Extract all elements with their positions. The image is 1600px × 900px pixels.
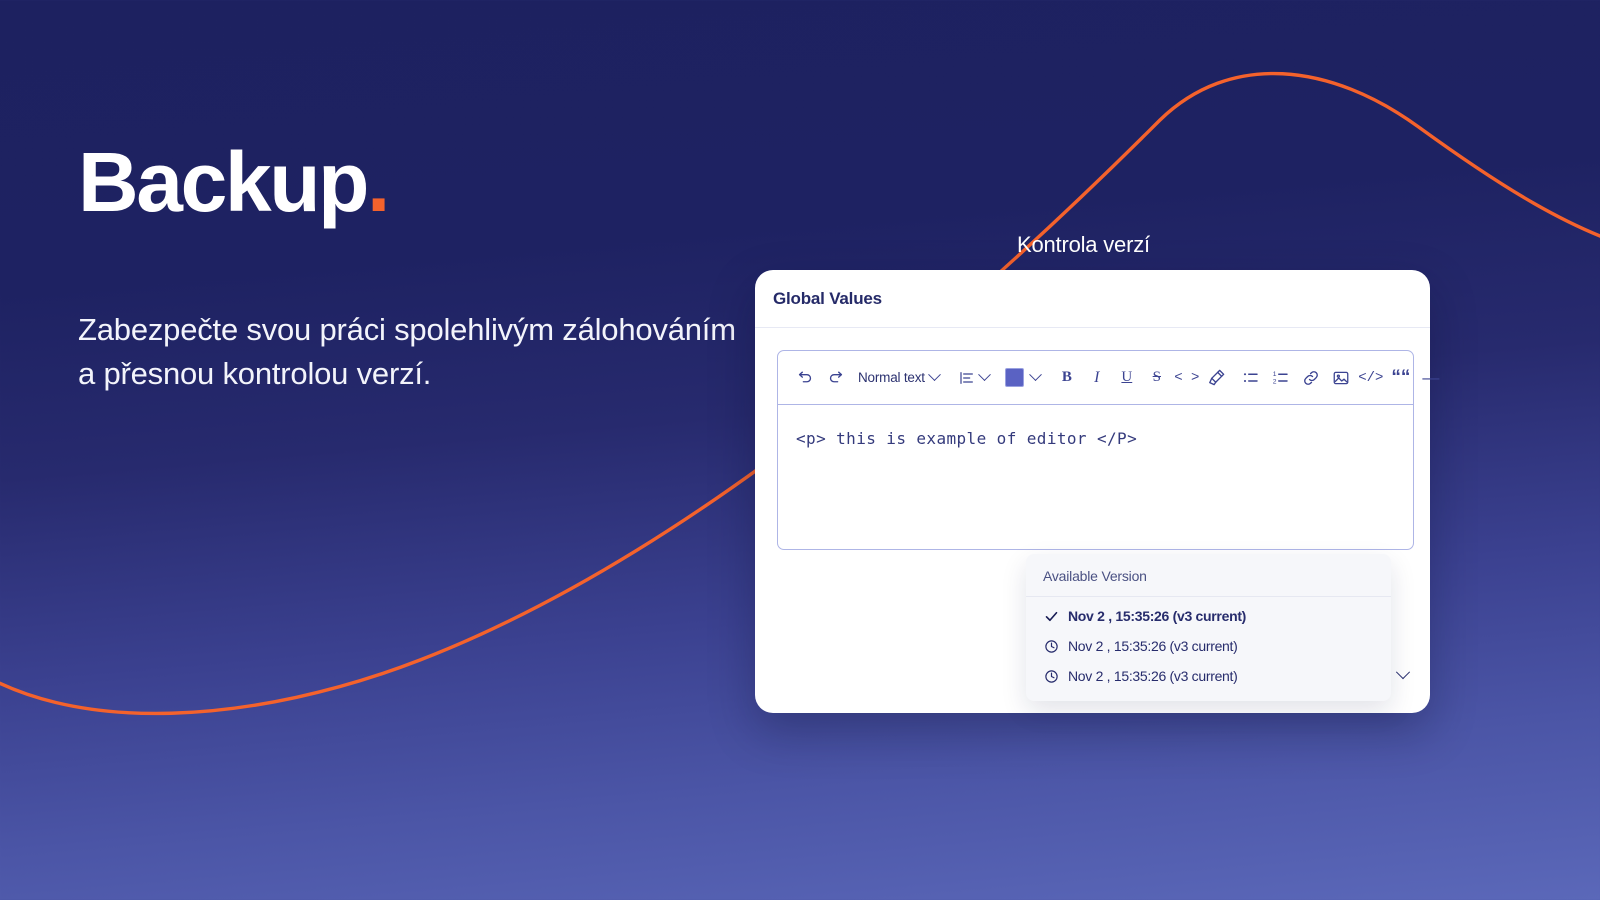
version-list-item[interactable]: Nov 2 , 15:35:26 (v3 current): [1026, 597, 1391, 631]
version-label: Nov 2 , 15:35:26 (v3 current): [1068, 638, 1238, 654]
editor-content-area[interactable]: <p> this is example of editor </P>: [777, 405, 1414, 550]
editor-toolbar: Normal text B I U S < > 1 2 </> ““ —: [777, 350, 1439, 405]
code-block-button[interactable]: </>: [1356, 363, 1386, 393]
chevron-down-icon: [1028, 368, 1042, 382]
card-body: Normal text B I U S < > 1 2 </> ““ — <p>…: [755, 328, 1439, 701]
undo-button[interactable]: [790, 363, 820, 393]
version-label: Nov 2 , 15:35:26 (v3 current): [1068, 668, 1238, 684]
bold-button[interactable]: B: [1052, 363, 1082, 393]
blockquote-button[interactable]: ““: [1386, 363, 1416, 393]
highlighter-icon: [1209, 369, 1225, 386]
version-dropdown-header: Available Version: [1026, 554, 1391, 597]
align-select[interactable]: [955, 363, 993, 393]
version-label: Nov 2 , 15:35:26 (v3 current): [1068, 608, 1247, 624]
inline-code-button[interactable]: < >: [1172, 363, 1202, 393]
link-button[interactable]: [1296, 363, 1326, 393]
hero-block: Backup. Zabezpečte svou práci spolehlivý…: [78, 140, 758, 396]
card-header: Global Values: [755, 270, 1430, 328]
image-icon: [1333, 371, 1349, 384]
svg-text:2: 2: [1273, 378, 1277, 385]
version-list-item[interactable]: Nov 2 , 15:35:26 (v3 current): [1026, 631, 1391, 661]
strikethrough-button[interactable]: S: [1142, 363, 1172, 393]
undo-icon: [798, 371, 811, 383]
chevron-down-icon: [977, 368, 991, 382]
bulleted-list-icon: [1243, 372, 1258, 382]
redo-button[interactable]: [820, 363, 850, 393]
link-icon: [1303, 370, 1318, 385]
editor-card: Global Values Normal text B I U S < > 1 …: [755, 270, 1439, 713]
color-swatch: [1004, 368, 1024, 387]
italic-button[interactable]: I: [1082, 363, 1112, 393]
svg-text:1: 1: [1273, 370, 1277, 377]
chevron-down-icon[interactable]: [1395, 665, 1411, 680]
version-list-item[interactable]: Nov 2 , 15:35:26 (v3 current): [1026, 661, 1391, 691]
underline-button[interactable]: U: [1112, 363, 1142, 393]
editor-text: <p> this is example of editor </P>: [796, 429, 1138, 448]
highlighter-button[interactable]: [1202, 363, 1232, 393]
page-title: Backup.: [78, 140, 758, 224]
version-dropdown: Available Version Nov 2 , 15:35:26 (v3 c…: [1026, 554, 1391, 701]
text-style-select[interactable]: Normal text: [854, 363, 943, 393]
card-title: Global Values: [773, 288, 882, 308]
numbered-list-button[interactable]: 1 2: [1266, 363, 1296, 393]
hero-subtitle: Zabezpečte svou práci spolehlivým záloho…: [78, 312, 736, 392]
hero-title-dot: .: [367, 135, 390, 229]
clock-icon: [1043, 638, 1059, 654]
check-icon: [1043, 608, 1059, 624]
chevron-down-icon: [927, 368, 941, 382]
clock-icon: [1043, 668, 1059, 684]
horizontal-rule-button[interactable]: —: [1416, 363, 1446, 393]
card-caption: Kontrola verzí: [1017, 232, 1150, 257]
numbered-list-icon: 1 2: [1273, 370, 1288, 385]
bulleted-list-button[interactable]: [1236, 363, 1266, 393]
hero-title-text: Backup: [78, 135, 369, 229]
align-left-icon: [960, 371, 973, 384]
image-button[interactable]: [1326, 363, 1356, 393]
text-color-select[interactable]: [1004, 363, 1042, 393]
text-style-label: Normal text: [858, 370, 925, 385]
redo-icon: [829, 371, 842, 383]
